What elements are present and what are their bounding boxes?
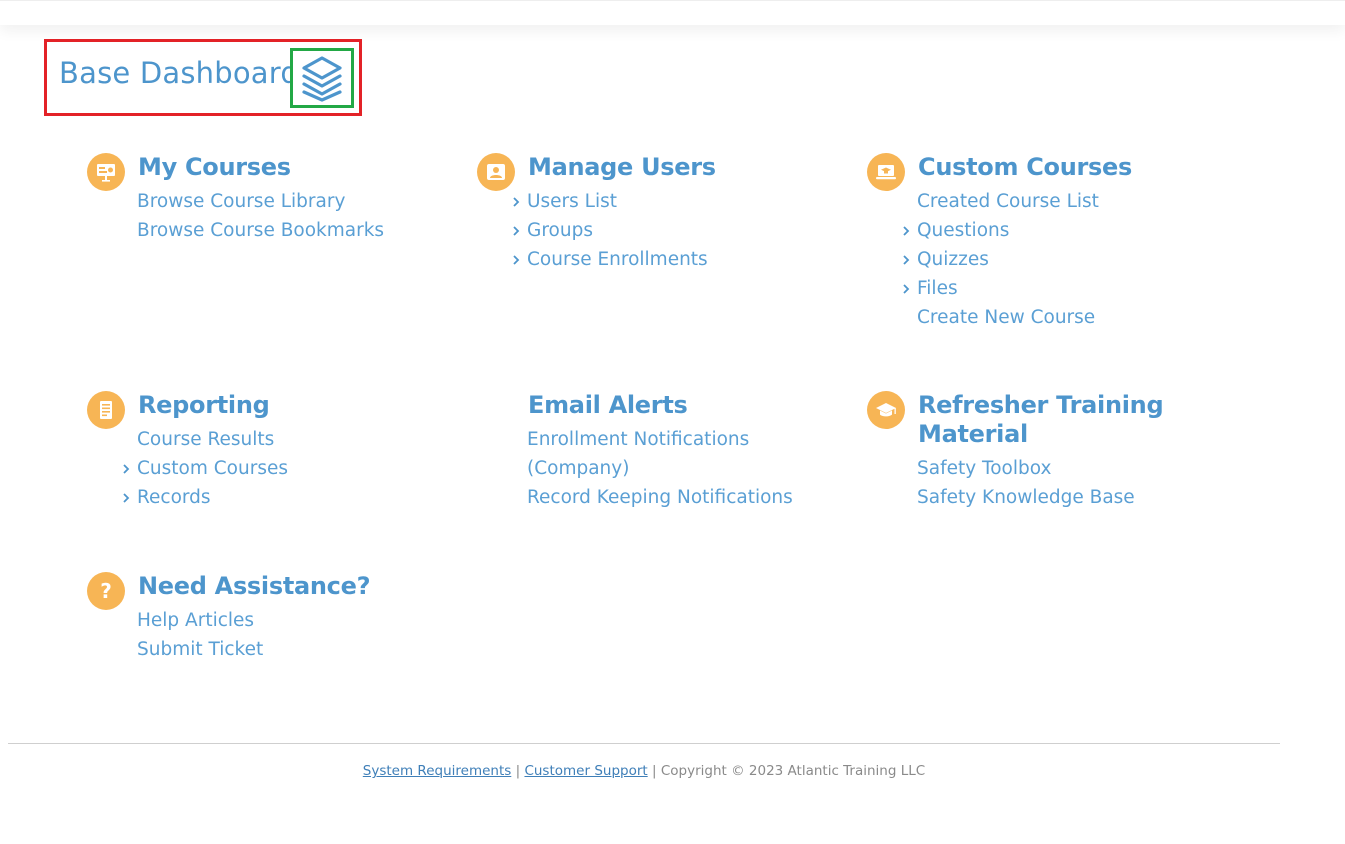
link-create-new-course[interactable]: Create New Course [917, 303, 1099, 332]
section-title[interactable]: Manage Users [528, 153, 716, 182]
link-course-enrollments[interactable]: Course Enrollments [513, 245, 708, 274]
link-groups[interactable]: Groups [513, 216, 708, 245]
link-system-requirements[interactable]: System Requirements [363, 763, 512, 779]
footer: System Requirements | Customer Support |… [0, 763, 1288, 779]
link-questions[interactable]: Questions [903, 216, 1099, 245]
graduation-cap-icon [867, 391, 905, 429]
link-created-course-list[interactable]: Created Course List [917, 187, 1099, 216]
link-course-results[interactable]: Course Results [137, 425, 288, 454]
footer-divider [8, 743, 1280, 744]
chevron-right-icon [120, 483, 132, 512]
copyright-text: Copyright © 2023 Atlantic Training LLC [660, 763, 926, 779]
presentation-icon [87, 153, 125, 191]
section-title[interactable]: My Courses [138, 153, 291, 182]
chevron-right-icon [900, 216, 912, 245]
link-quizzes[interactable]: Quizzes [903, 245, 1099, 274]
chevron-right-icon [120, 454, 132, 483]
link-safety-knowledge-base[interactable]: Safety Knowledge Base [917, 483, 1135, 512]
user-card-icon [477, 153, 515, 191]
footer-separator: | [651, 763, 657, 779]
top-bar [0, 0, 1345, 25]
link-custom-courses[interactable]: Custom Courses [123, 454, 288, 483]
layers-icon-button[interactable] [290, 48, 354, 108]
link-files[interactable]: Files [903, 274, 1099, 303]
chevron-right-icon [510, 216, 522, 245]
page-title: Base Dashboard [59, 56, 299, 90]
link-records[interactable]: Records [123, 483, 288, 512]
section-title[interactable]: Need Assistance? [138, 572, 371, 601]
link-browse-course-library[interactable]: Browse Course Library [137, 187, 384, 216]
chevron-right-icon [510, 187, 522, 216]
chevron-right-icon [900, 245, 912, 274]
document-icon [87, 391, 125, 429]
link-enrollment-notifications[interactable]: Enrollment Notifications [527, 425, 793, 454]
section-title[interactable]: Reporting [138, 391, 270, 420]
link-help-articles[interactable]: Help Articles [137, 606, 263, 635]
link-enrollment-notifications-company[interactable]: (Company) [527, 454, 793, 483]
link-submit-ticket[interactable]: Submit Ticket [137, 635, 263, 664]
footer-separator: | [515, 763, 521, 779]
chevron-right-icon [510, 245, 522, 274]
question-icon: ? [87, 572, 125, 610]
link-safety-toolbox[interactable]: Safety Toolbox [917, 454, 1135, 483]
section-title[interactable]: Refresher Training Material [918, 391, 1164, 449]
laptop-graduation-icon [867, 153, 905, 191]
layers-icon [302, 56, 342, 102]
svg-text:?: ? [100, 579, 112, 603]
link-users-list[interactable]: Users List [513, 187, 708, 216]
section-title[interactable]: Email Alerts [528, 391, 688, 420]
link-browse-course-bookmarks[interactable]: Browse Course Bookmarks [137, 216, 384, 245]
section-title[interactable]: Custom Courses [918, 153, 1132, 182]
link-customer-support[interactable]: Customer Support [524, 763, 647, 779]
chevron-right-icon [900, 274, 912, 303]
link-record-keeping-notifications[interactable]: Record Keeping Notifications [527, 483, 793, 512]
